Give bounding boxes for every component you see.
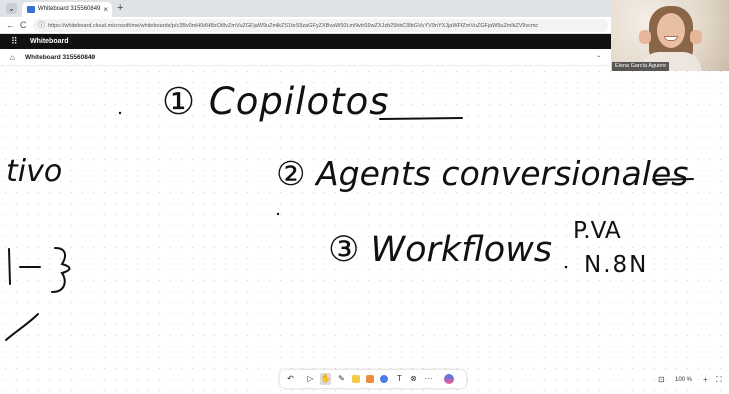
app-name: Whiteboard [30,38,69,45]
fit-screen-icon[interactable]: ⊡ [658,374,665,386]
browser-tab-whiteboard[interactable]: Whiteboard 315560849 | Microsoft × [22,2,112,17]
handwriting-n8n[interactable]: N.8N [584,252,648,278]
url-text: https://whiteboard.cloud.microsoft/me/wh… [48,22,603,30]
handwriting-copilotos[interactable]: ① Copilotos [162,80,390,123]
status-icon[interactable]: ◔ [596,53,600,62]
site-info-icon[interactable]: ⓘ [38,21,45,30]
select-icon[interactable]: ▷ [305,373,316,385]
board-title[interactable]: Whiteboard 315560849 [25,53,95,62]
chevron-down-icon[interactable]: ⌄ [89,52,95,62]
hand-icon[interactable]: ✋ [320,373,331,385]
webcam-person-hand-right [690,30,702,44]
whiteboard-favicon-icon [27,6,35,13]
url-host: https://whiteboard.cloud.microsoft [48,23,130,29]
ink-dot-1 [118,111,122,115]
yellow-swatch[interactable] [352,375,360,383]
whiteboard-canvas[interactable]: ① Copilotos ② Agents conversionales ③ Wo… [0,66,729,394]
more-icon[interactable]: ··· [423,373,434,385]
pen-icon[interactable]: ✎ [336,373,347,385]
address-bar[interactable]: ⓘ https://whiteboard.cloud.microsoft/me/… [33,19,608,32]
ink-dot-2 [276,212,280,216]
ink-left-bar [8,248,11,285]
zoom-controls: ⊡ 100 % + ⛶ [652,372,729,388]
fullscreen-icon[interactable]: ⛶ [716,374,722,386]
reload-icon[interactable]: C [20,20,27,31]
ink-left-diagonal [5,313,39,341]
ink-dash-1 [379,117,463,120]
lasso-icon[interactable]: ⊗ [408,373,419,385]
back-arrow-icon[interactable]: ← [6,20,15,31]
new-tab-button[interactable]: + [117,2,123,15]
app-launcher-icon[interactable]: ⠿ [11,37,18,46]
tab-close-icon[interactable]: × [103,5,108,14]
webcam-person-face [657,13,685,48]
home-icon[interactable]: ⌂ [10,52,15,63]
ink-left-brace [51,247,71,293]
tab-title: Whiteboard 315560849 | Microsoft [38,6,100,12]
blue-swatch[interactable] [380,375,388,383]
handwriting-pva[interactable]: P.VA [573,218,621,244]
participant-name: Elena García Aguirre [612,62,670,71]
ink-dot-3 [564,265,568,269]
tab-list-button[interactable]: ⌄ [6,3,17,14]
handwriting-left-fragment[interactable]: tivo [6,154,62,189]
copilot-icon[interactable] [444,374,454,384]
orange-heart-icon[interactable] [366,375,374,383]
text-icon[interactable]: T [394,373,405,385]
webcam-person-hand-left [639,30,651,44]
undo-icon[interactable]: ↶ [285,373,296,385]
zoom-level: 100 % [675,377,693,383]
url-path: /me/whiteboards/p/c3Bv0mH0dHBzOi8vZmVuZG… [129,23,539,29]
zoom-in-icon[interactable]: + [703,374,708,386]
handwriting-workflows[interactable]: ③ Workflows [328,230,552,270]
webcam-video: Elena García Aguirre [611,0,729,71]
handwriting-agents[interactable]: ② Agents conversionales [276,154,688,193]
drawing-toolbar: ↶ ▷ ✋ ✎ T ⊗ ··· [280,370,466,388]
